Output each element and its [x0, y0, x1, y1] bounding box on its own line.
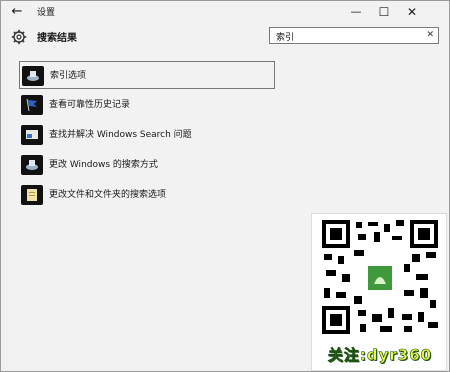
title-bar: ← 设置 — ☐ ✕ — [1, 1, 449, 23]
result-label: 更改 Windows 的搜索方式 — [49, 160, 158, 170]
search-settings-icon — [21, 155, 43, 175]
close-button[interactable]: ✕ — [401, 3, 423, 21]
page-title: 搜索结果 — [37, 33, 77, 44]
settings-window: ← 设置 — ☐ ✕ 搜索结果 索引 ✕ 索引选项 查看可靠性历史记录 查找并解… — [0, 0, 450, 372]
gear-icon — [11, 29, 27, 45]
watermark-caption: 关注:dyr360 — [327, 346, 433, 365]
window-title: 设置 — [37, 8, 56, 18]
reliability-flag-icon — [21, 95, 43, 115]
indexing-options-icon — [22, 66, 44, 86]
result-item-change-search-method[interactable]: 更改 Windows 的搜索方式 — [19, 151, 275, 179]
search-input-value: 索引 — [276, 33, 295, 43]
result-item-troubleshoot-search[interactable]: 查找并解决 Windows Search 问题 — [19, 121, 275, 149]
result-item-indexing-options[interactable]: 索引选项 — [19, 61, 275, 89]
qr-code-icon — [320, 218, 440, 336]
result-item-reliability-history[interactable]: 查看可靠性历史记录 — [19, 91, 275, 119]
maximize-button[interactable]: ☐ — [373, 3, 395, 21]
troubleshoot-icon — [21, 125, 43, 145]
result-label: 查找并解决 Windows Search 问题 — [49, 130, 192, 140]
minimize-button[interactable]: — — [345, 3, 367, 21]
clear-icon[interactable]: ✕ — [426, 30, 434, 40]
result-label: 更改文件和文件夹的搜索选项 — [49, 190, 167, 200]
search-input[interactable]: 索引 ✕ — [269, 27, 439, 44]
back-arrow-icon[interactable]: ← — [9, 4, 25, 20]
result-label: 索引选项 — [50, 71, 87, 81]
watermark-panel: 关注:dyr360 — [311, 213, 447, 371]
folder-options-icon — [21, 185, 43, 205]
result-item-folder-search-options[interactable]: 更改文件和文件夹的搜索选项 — [19, 181, 275, 209]
result-label: 查看可靠性历史记录 — [49, 100, 131, 110]
